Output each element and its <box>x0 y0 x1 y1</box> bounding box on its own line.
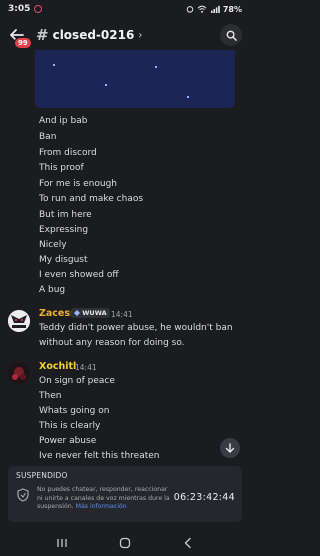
suspension-timer: 06:23:42:44 <box>173 492 235 503</box>
star-dot <box>53 64 55 66</box>
message-line: My disgust <box>39 255 88 265</box>
message-line: Nicely <box>39 240 67 250</box>
message-line: Then <box>39 391 62 401</box>
status-time: 3:05 <box>8 4 31 14</box>
home-icon <box>119 537 131 549</box>
message-line: Ive never felt this threaten <box>39 451 160 461</box>
avatar-xochitl[interactable] <box>8 362 30 384</box>
back-icon <box>185 537 192 549</box>
home-button[interactable] <box>115 533 135 553</box>
username-xochitl[interactable]: Xochitl <box>39 361 76 372</box>
avatar-zacess[interactable] <box>8 310 30 332</box>
battery-level: 78% <box>222 4 242 14</box>
notification-icon <box>34 5 43 13</box>
message-line: For me is enough <box>39 179 118 189</box>
jump-to-bottom-button[interactable] <box>220 438 240 458</box>
guild-tag-label: WUWA <box>82 309 107 317</box>
recent-apps-icon <box>57 539 67 547</box>
chevron-right-icon[interactable]: › <box>138 30 142 41</box>
avatar-image <box>8 362 30 384</box>
message-line: On sign of peace <box>39 376 115 386</box>
shield-icon <box>17 488 29 502</box>
suspension-title: SUSPENDIDO <box>16 471 68 480</box>
message-line: Whats going on <box>39 406 110 416</box>
star-dot <box>187 96 189 98</box>
message-line: Teddy didn't power abuse, he wouldn't ba… <box>39 323 233 333</box>
message-timestamp: 14:41 <box>75 363 97 372</box>
more-info-link[interactable]: Más información <box>76 503 127 510</box>
status-bar: 3:05 78% <box>0 0 250 18</box>
message-line: without any reason for doing so. <box>39 338 185 348</box>
search-button[interactable] <box>220 24 242 46</box>
message-line: Power abuse <box>39 436 97 446</box>
system-nav-bar <box>0 530 250 556</box>
suspension-body: No puedes chatear, responder, reaccionar… <box>37 486 173 512</box>
unread-badge: 99 <box>14 37 32 49</box>
suspension-notice: SUSPENDIDO No puedes chatear, responder,… <box>8 466 242 522</box>
message-line: This is clearly <box>39 421 101 431</box>
message-line: A bug <box>39 285 66 295</box>
tag-icon <box>74 309 80 316</box>
channel-header: 99 # closed-0216 › <box>0 22 250 49</box>
message-line: I even showed off <box>39 270 119 280</box>
star-dot <box>155 66 157 68</box>
back-nav-button[interactable] <box>178 533 198 553</box>
image-attachment[interactable] <box>35 50 235 108</box>
message-line: Expressing <box>39 225 89 235</box>
arrow-down-icon <box>225 443 235 453</box>
message-line: To run and make chaos <box>39 194 144 204</box>
message-timestamp: 14:41 <box>111 310 133 319</box>
alarm-icon <box>186 6 194 13</box>
avatar-image <box>8 310 30 332</box>
message-line: This proof <box>39 163 84 173</box>
search-icon <box>226 30 237 41</box>
message-line: And ip bab <box>39 116 88 126</box>
signal-icon <box>210 5 220 13</box>
recent-apps-button[interactable] <box>52 533 72 553</box>
message-line: But im here <box>39 210 92 220</box>
message-line: Ban <box>39 132 57 142</box>
message-line: From discord <box>39 148 97 158</box>
star-dot <box>105 84 107 86</box>
hash-icon: # <box>36 26 49 44</box>
wifi-icon <box>197 5 207 13</box>
guild-tag: WUWA <box>71 308 110 318</box>
channel-title[interactable]: closed-0216 <box>53 28 135 42</box>
